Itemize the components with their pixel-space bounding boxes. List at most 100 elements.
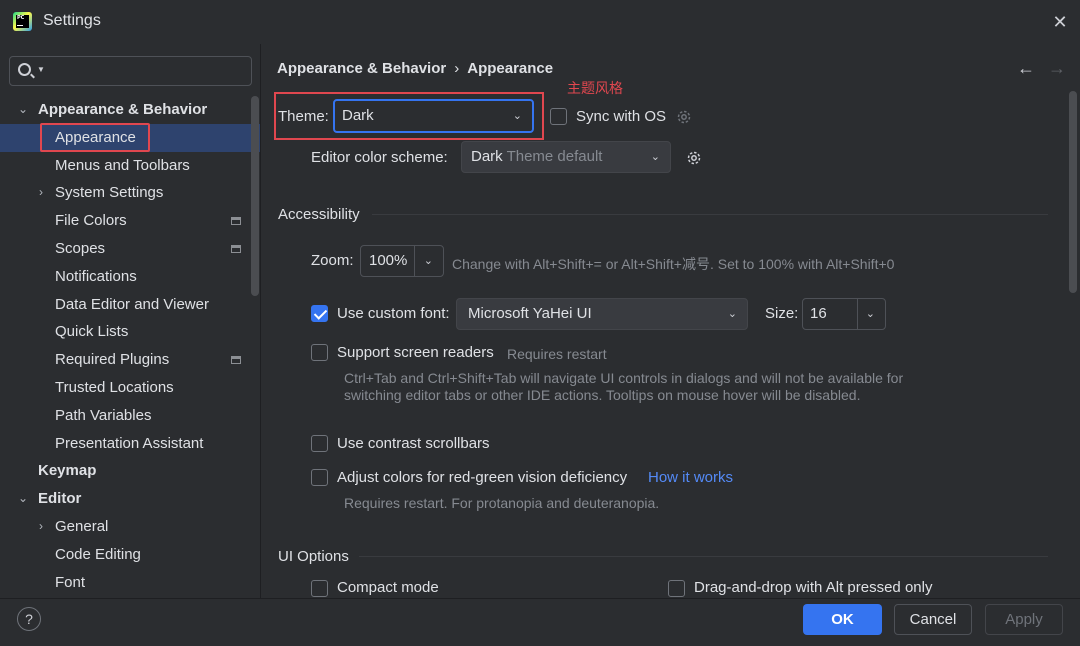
use-custom-font-label: Use custom font: bbox=[337, 305, 450, 322]
tree-item-quick-lists[interactable]: Quick Lists bbox=[0, 318, 260, 346]
accessibility-section-title: Accessibility bbox=[278, 206, 360, 223]
tree-item-label: Keymap bbox=[38, 462, 97, 480]
tree-item-system-settings[interactable]: › System Settings bbox=[0, 179, 260, 207]
breadcrumb: Appearance & Behavior › Appearance bbox=[277, 60, 553, 77]
tree-item-label: Data Editor and Viewer bbox=[55, 295, 209, 313]
forward-arrow-icon: → bbox=[1048, 58, 1066, 78]
project-level-icon bbox=[231, 244, 241, 253]
font-size-dropdown[interactable]: 16 ⌄ bbox=[802, 298, 886, 330]
settings-tree: ⌄ Appearance & Behavior Appearance Menus… bbox=[0, 96, 260, 596]
project-level-icon bbox=[231, 356, 241, 365]
search-input[interactable]: ▼ bbox=[9, 56, 252, 86]
chevron-down-icon[interactable]: ⌄ bbox=[424, 246, 433, 276]
use-custom-font-checkbox[interactable] bbox=[311, 305, 328, 322]
tree-item-code-editing[interactable]: Code Editing bbox=[0, 541, 260, 569]
sync-with-os-label: Sync with OS bbox=[576, 108, 667, 125]
compact-mode-checkbox[interactable] bbox=[311, 580, 328, 597]
title-bar: PC Settings ✕ bbox=[0, 0, 1080, 44]
sync-with-os-checkbox[interactable] bbox=[550, 108, 567, 125]
tree-item-editor[interactable]: ⌄ Editor bbox=[0, 485, 260, 513]
scheme-value: Dark bbox=[471, 148, 503, 165]
close-icon[interactable]: ✕ bbox=[1048, 10, 1072, 34]
ok-button[interactable]: OK bbox=[803, 604, 882, 635]
section-divider bbox=[359, 556, 1048, 557]
tree-item-general[interactable]: › General bbox=[0, 513, 260, 541]
how-it-works-link[interactable]: How it works bbox=[648, 469, 733, 486]
chevron-right-icon[interactable]: › bbox=[34, 513, 48, 541]
tree-item-label: Appearance & Behavior bbox=[38, 101, 208, 118]
theme-value: Dark bbox=[342, 107, 374, 124]
screen-readers-hint: Requires restart bbox=[507, 346, 607, 362]
tree-item-font[interactable]: Font bbox=[0, 569, 260, 597]
theme-label: Theme: bbox=[278, 108, 329, 125]
tree-item-label: Presentation Assistant bbox=[55, 434, 204, 452]
cancel-button[interactable]: Cancel bbox=[894, 604, 972, 635]
theme-dropdown[interactable]: Dark ⌄ bbox=[333, 99, 534, 133]
dialog-footer: ? OK Cancel Apply bbox=[0, 598, 1080, 646]
chevron-down-icon: ⌄ bbox=[650, 151, 660, 163]
tree-item-data-editor-viewer[interactable]: Data Editor and Viewer bbox=[0, 291, 260, 319]
tree-item-label: Editor bbox=[38, 490, 82, 508]
tree-item-appearance[interactable]: Appearance bbox=[0, 122, 260, 152]
gear-icon[interactable] bbox=[675, 108, 693, 126]
tree-item-file-colors[interactable]: File Colors bbox=[0, 207, 260, 235]
zoom-label: Zoom: bbox=[311, 252, 354, 269]
editor-color-scheme-dropdown[interactable]: Dark Theme default ⌄ bbox=[461, 141, 671, 173]
tree-item-notifications[interactable]: Notifications bbox=[0, 263, 260, 291]
annotation-label: 主题风格 bbox=[567, 80, 623, 96]
tree-item-label: Trusted Locations bbox=[55, 378, 174, 396]
tree-item-label: Font bbox=[55, 573, 86, 591]
back-arrow-icon[interactable]: ← bbox=[1017, 58, 1035, 79]
chevron-right-icon[interactable]: › bbox=[34, 179, 48, 207]
zoom-dropdown[interactable]: 100% ⌄ bbox=[360, 245, 444, 277]
help-icon[interactable]: ? bbox=[17, 607, 41, 631]
tree-item-scopes[interactable]: Scopes bbox=[0, 235, 260, 263]
red-green-checkbox[interactable] bbox=[311, 469, 328, 486]
chevron-down-icon: ⌄ bbox=[727, 308, 737, 320]
tree-item-trusted-locations[interactable]: Trusted Locations bbox=[0, 374, 260, 402]
screen-readers-checkbox[interactable] bbox=[311, 344, 328, 361]
gear-icon[interactable] bbox=[685, 149, 703, 167]
breadcrumb-parent[interactable]: Appearance & Behavior bbox=[277, 60, 446, 77]
chevron-down-icon[interactable]: ⌄ bbox=[16, 96, 30, 124]
tree-item-menus-toolbars[interactable]: Menus and Toolbars bbox=[0, 152, 260, 180]
contrast-scrollbars-checkbox[interactable] bbox=[311, 435, 328, 452]
apply-button[interactable]: Apply bbox=[985, 604, 1063, 635]
tree-item-label: General bbox=[55, 517, 109, 535]
search-icon bbox=[18, 63, 31, 76]
tree-item-appearance-behavior[interactable]: ⌄ Appearance & Behavior bbox=[0, 96, 260, 124]
tree-item-label: Code Editing bbox=[55, 545, 141, 563]
zoom-hint: Change with Alt+Shift+= or Alt+Shift+减号.… bbox=[452, 256, 895, 272]
drag-drop-alt-label: Drag-and-drop with Alt pressed only bbox=[694, 579, 933, 596]
editor-color-scheme-label: Editor color scheme: bbox=[311, 149, 448, 166]
tree-item-label: Menus and Toolbars bbox=[55, 156, 190, 174]
contrast-scrollbars-label: Use contrast scrollbars bbox=[337, 435, 490, 452]
pycharm-logo-icon: PC bbox=[13, 12, 32, 31]
red-green-description: Requires restart. For protanopia and deu… bbox=[344, 495, 660, 511]
chevron-down-icon[interactable]: ⌄ bbox=[866, 299, 875, 329]
tree-item-required-plugins[interactable]: Required Plugins bbox=[0, 346, 260, 374]
tree-item-label: System Settings bbox=[55, 184, 164, 202]
chevron-down-icon[interactable]: ⌄ bbox=[16, 485, 30, 513]
tree-item-presentation-assistant[interactable]: Presentation Assistant bbox=[0, 430, 260, 458]
settings-sidebar: ▼ ⌄ Appearance & Behavior Appearance Men… bbox=[0, 44, 261, 598]
font-size-value: 16 bbox=[810, 305, 827, 322]
annotation-highlight-box bbox=[40, 122, 150, 152]
tree-item-label: File Colors bbox=[55, 212, 127, 230]
font-family-value: Microsoft YaHei UI bbox=[468, 305, 592, 322]
red-green-label: Adjust colors for red-green vision defic… bbox=[337, 469, 628, 486]
search-options-chevron-icon[interactable]: ▼ bbox=[37, 65, 45, 74]
tree-item-keymap[interactable]: Keymap bbox=[0, 457, 260, 485]
screen-readers-description: Ctrl+Tab and Ctrl+Shift+Tab will navigat… bbox=[344, 370, 904, 403]
compact-mode-label: Compact mode bbox=[337, 579, 439, 596]
content-scrollbar[interactable] bbox=[1069, 91, 1077, 293]
ui-options-section-title: UI Options bbox=[278, 548, 349, 565]
font-size-label: Size: bbox=[765, 305, 799, 322]
font-family-dropdown[interactable]: Microsoft YaHei UI ⌄ bbox=[456, 298, 748, 330]
screen-readers-label: Support screen readers bbox=[337, 344, 494, 361]
zoom-value: 100% bbox=[369, 252, 408, 269]
sidebar-scrollbar[interactable] bbox=[251, 96, 259, 296]
settings-content: Appearance & Behavior › Appearance ← → 主题风… bbox=[262, 44, 1080, 598]
drag-drop-alt-checkbox[interactable] bbox=[668, 580, 685, 597]
tree-item-path-variables[interactable]: Path Variables bbox=[0, 402, 260, 430]
